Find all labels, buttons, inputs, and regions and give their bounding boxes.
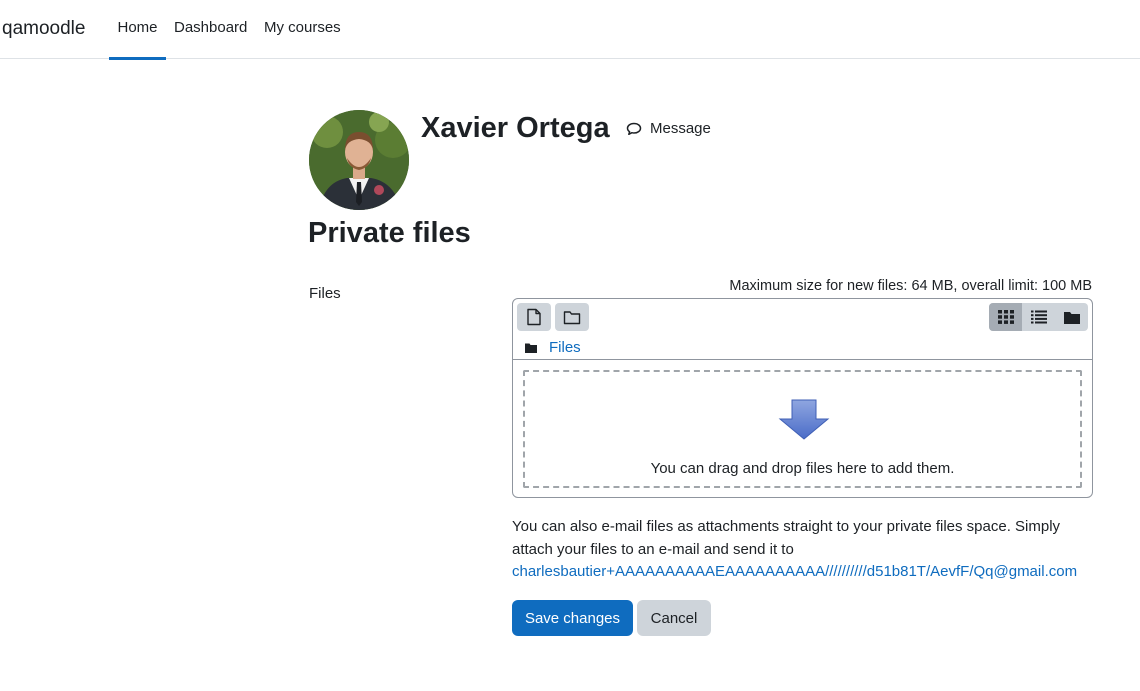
email-info-text: You can also e-mail files as attachments… [512, 518, 1061, 558]
email-files-info: You can also e-mail files as attachments… [512, 516, 1102, 584]
add-file-icon [527, 308, 541, 326]
dropzone-text: You can drag and drop files here to add … [650, 460, 955, 477]
top-navbar: qamoodle Home Dashboard My courses [0, 0, 1140, 60]
path-files-link[interactable]: Files [549, 339, 581, 356]
list-view-icon [1030, 310, 1047, 324]
add-file-button[interactable] [517, 303, 551, 331]
nav-my-courses[interactable]: My courses [264, 19, 341, 59]
user-avatar[interactable] [309, 110, 409, 210]
tree-view-icon [1063, 311, 1080, 324]
message-button[interactable]: Message [626, 120, 711, 137]
file-manager: Files You can drag and drop files here t… [512, 298, 1093, 498]
page-title: Private files [308, 217, 471, 249]
email-address-link[interactable]: charlesbautier+AAAAAAAAAAEAAAAAAAAAA////… [512, 563, 1077, 580]
file-manager-divider [513, 359, 1092, 360]
file-manager-toolbar [517, 303, 589, 331]
drop-arrow-icon [778, 399, 830, 440]
site-brand[interactable]: qamoodle [2, 18, 85, 40]
view-switcher [989, 303, 1088, 331]
grid-view-button[interactable] [989, 303, 1022, 331]
files-field-label: Files [309, 285, 341, 302]
nav-home[interactable]: Home [109, 19, 166, 60]
max-size-info: Maximum size for new files: 64 MB, overa… [729, 278, 1092, 294]
user-photo-icon [309, 110, 409, 210]
tree-view-button[interactable] [1055, 303, 1088, 331]
nav-dashboard[interactable]: Dashboard [174, 19, 247, 59]
chat-bubble-icon [626, 122, 642, 135]
create-folder-icon [563, 310, 581, 324]
file-dropzone[interactable]: You can drag and drop files here to add … [523, 370, 1082, 488]
user-fullname: Xavier Ortega [421, 112, 610, 144]
save-changes-button[interactable]: Save changes [512, 600, 633, 636]
cancel-button[interactable]: Cancel [637, 600, 711, 636]
folder-icon [525, 343, 537, 353]
list-view-button[interactable] [1022, 303, 1055, 331]
create-folder-button[interactable] [555, 303, 589, 331]
message-label: Message [650, 120, 711, 137]
grid-view-icon [997, 310, 1014, 324]
file-manager-path: Files [525, 339, 581, 356]
